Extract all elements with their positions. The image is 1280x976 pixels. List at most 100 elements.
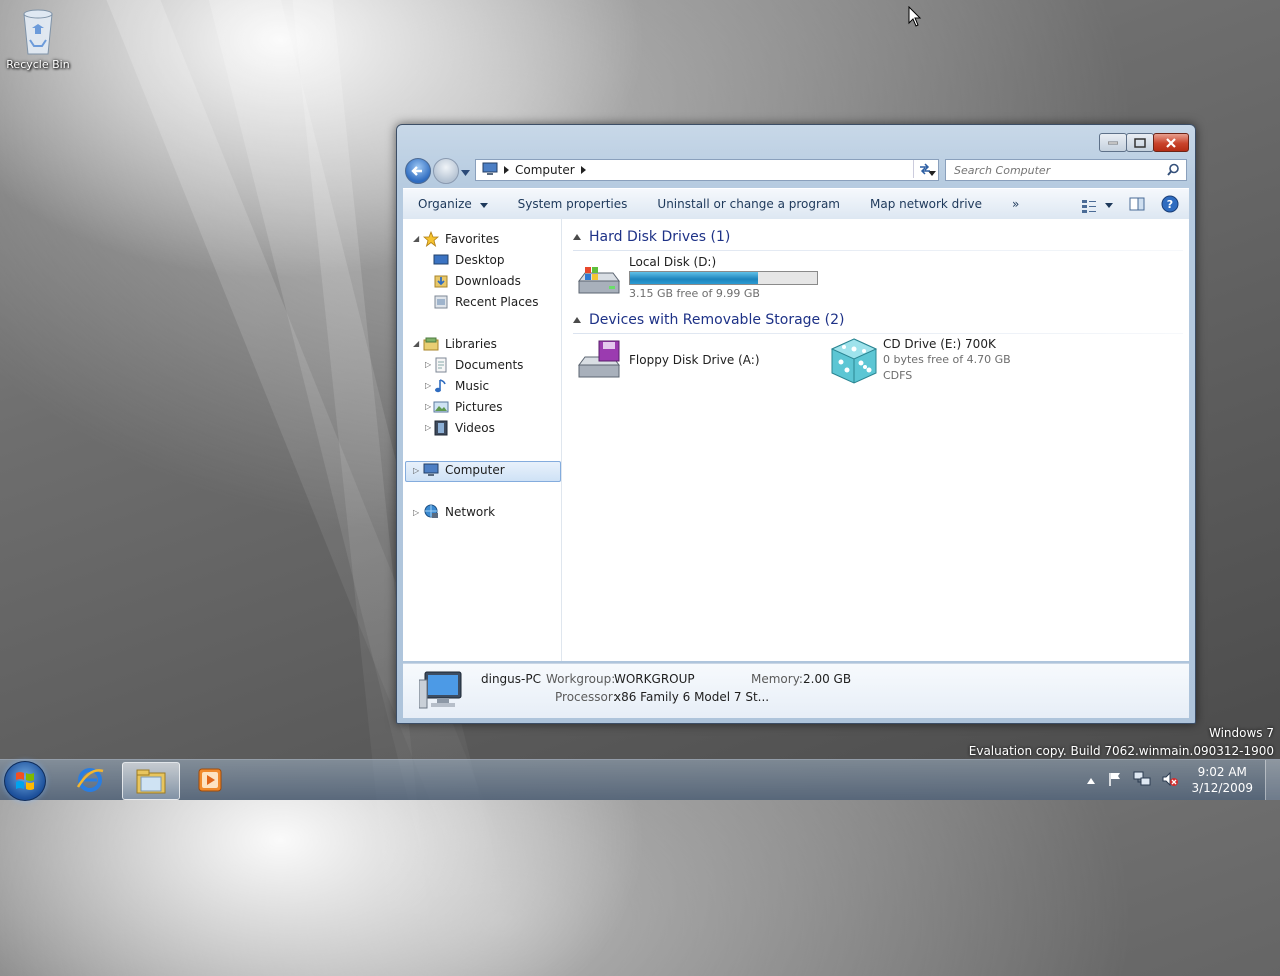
star-icon: [423, 231, 439, 247]
network-icon: [424, 504, 438, 518]
expand-arrow-icon[interactable]: ▷: [425, 402, 431, 411]
show-hidden-icons-button[interactable]: [1087, 773, 1096, 787]
watermark-build: Evaluation copy. Build 7062.winmain.0903…: [968, 744, 1274, 758]
cd-drive-name: CD Drive (E:) 700K: [883, 337, 996, 351]
organize-button[interactable]: Organize: [403, 197, 503, 211]
nav-network-label: Network: [445, 505, 496, 519]
group-header-hard-disk[interactable]: Hard Disk Drives (1): [573, 229, 1183, 251]
nav-network[interactable]: Network: [423, 502, 495, 522]
expand-arrow-icon[interactable]: ▷: [413, 466, 419, 475]
cd-drive-icon: [829, 337, 879, 388]
processor-value: x86 Family 6 Model 7 St...: [614, 690, 770, 704]
close-button[interactable]: [1153, 133, 1189, 152]
address-crumb-computer[interactable]: Computer: [515, 163, 575, 177]
nav-documents-label: Documents: [455, 358, 524, 372]
chevron-down-icon: [1105, 203, 1113, 208]
nav-libraries[interactable]: Libraries: [423, 334, 497, 354]
recycle-bin-label: Recycle Bin: [6, 58, 70, 71]
floppy-drive-name: Floppy Disk Drive (A:): [629, 353, 760, 367]
minimize-button[interactable]: [1099, 133, 1127, 152]
address-bar[interactable]: Computer: [475, 159, 939, 181]
chevron-up-icon: [1087, 778, 1096, 784]
view-icon: [1082, 199, 1096, 213]
organize-label: Organize: [418, 197, 472, 211]
search-input[interactable]: [952, 162, 1156, 178]
system-clock[interactable]: 9:02 AM 3/12/2009: [1191, 764, 1253, 796]
collapse-arrow-icon: [573, 317, 581, 323]
collapse-arrow-icon: [573, 234, 581, 240]
computer-icon: [482, 162, 498, 179]
uninstall-program-button[interactable]: Uninstall or change a program: [642, 197, 855, 211]
expand-arrow-icon[interactable]: ▷: [425, 360, 431, 369]
nav-recent-places[interactable]: Recent Places: [433, 292, 538, 312]
nav-videos[interactable]: Videos: [433, 418, 495, 438]
nav-downloads[interactable]: Downloads: [433, 271, 521, 291]
memory-label: Memory:: [751, 672, 803, 686]
expand-arrow-icon[interactable]: ▷: [413, 508, 419, 517]
nav-computer[interactable]: Computer: [423, 460, 505, 480]
back-button[interactable]: [405, 158, 431, 184]
nav-favorites-label: Favorites: [445, 232, 500, 246]
chevron-right-icon[interactable]: [504, 163, 509, 177]
group-divider: [573, 250, 1183, 251]
cd-drive-filesystem: CDFS: [883, 369, 913, 382]
change-view-button[interactable]: [1081, 199, 1113, 213]
computer-name: dingus-PC: [481, 672, 541, 686]
folder-icon: [136, 769, 166, 794]
forward-button[interactable]: [433, 158, 459, 184]
explorer-window: Computer Organize System properties Unin…: [396, 124, 1196, 724]
command-bar: Organize System properties Uninstall or …: [403, 188, 1189, 220]
collapse-arrow-icon[interactable]: ◢: [413, 234, 419, 243]
svg-text:?: ?: [1167, 198, 1173, 211]
cd-drive-free-space: 0 bytes free of 4.70 GB: [883, 353, 1011, 366]
nav-favorites[interactable]: Favorites: [423, 229, 499, 249]
notification-area: 9:02 AM 3/12/2009: [1087, 760, 1280, 800]
hard-drive-icon: [575, 263, 623, 302]
help-button[interactable]: ?: [1161, 195, 1179, 216]
internet-explorer-icon: [76, 768, 104, 792]
computer-icon: [423, 463, 439, 476]
nav-pictures[interactable]: Pictures: [433, 397, 503, 417]
local-disk-name: Local Disk (D:): [629, 255, 717, 269]
nav-desktop-label: Desktop: [455, 253, 505, 267]
group-header-removable[interactable]: Devices with Removable Storage (2): [573, 312, 1183, 334]
collapse-arrow-icon[interactable]: ◢: [413, 339, 419, 348]
nav-recent-places-label: Recent Places: [455, 295, 539, 309]
volume-muted-icon[interactable]: [1161, 771, 1179, 790]
window-controls: [1099, 133, 1189, 152]
recycle-bin-desktop-icon[interactable]: Recycle Bin: [4, 6, 72, 71]
action-center-flag-icon[interactable]: [1107, 771, 1123, 790]
videos-icon: [434, 420, 448, 436]
nav-music[interactable]: Music: [433, 376, 489, 396]
nav-documents[interactable]: Documents: [433, 355, 523, 375]
search-box[interactable]: [945, 159, 1187, 181]
taskbar-media-player[interactable]: [182, 762, 238, 798]
clock-time: 9:02 AM: [1197, 765, 1247, 779]
group-header-label: Hard Disk Drives (1): [589, 229, 731, 245]
recent-places-icon: [434, 295, 448, 309]
local-disk-usage-bar: [629, 271, 818, 285]
taskbar-windows-explorer[interactable]: [122, 762, 180, 800]
taskbar-internet-explorer[interactable]: [62, 762, 118, 798]
refresh-button[interactable]: [913, 160, 936, 178]
preview-pane-button[interactable]: [1129, 197, 1145, 214]
group-header-label: Devices with Removable Storage (2): [589, 312, 845, 328]
network-tray-icon[interactable]: [1133, 771, 1151, 790]
search-icon[interactable]: [1167, 163, 1180, 179]
media-player-icon: [198, 768, 222, 792]
system-properties-button[interactable]: System properties: [503, 197, 643, 211]
map-network-drive-button[interactable]: Map network drive: [855, 197, 997, 211]
nav-libraries-label: Libraries: [445, 337, 497, 351]
start-button[interactable]: [4, 761, 46, 801]
expand-arrow-icon[interactable]: ▷: [425, 381, 431, 390]
show-desktop-button[interactable]: [1265, 760, 1280, 800]
expand-arrow-icon[interactable]: ▷: [425, 423, 431, 432]
maximize-button[interactable]: [1126, 133, 1154, 152]
local-disk-free-space: 3.15 GB free of 9.99 GB: [629, 287, 760, 300]
nav-downloads-label: Downloads: [455, 274, 521, 288]
recent-pages-dropdown[interactable]: [461, 165, 470, 179]
more-commands-button[interactable]: »: [997, 197, 1034, 211]
nav-music-label: Music: [455, 379, 490, 393]
chevron-right-icon[interactable]: [580, 163, 586, 177]
nav-desktop[interactable]: Desktop: [433, 250, 505, 270]
